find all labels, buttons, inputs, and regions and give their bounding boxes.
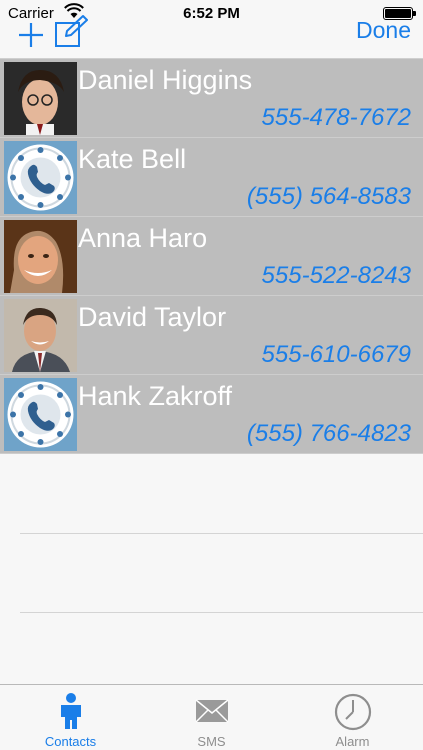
- envelope-icon: [194, 699, 229, 723]
- contact-row[interactable]: Anna Haro 555-522-8243: [0, 217, 423, 296]
- clock-icon: [334, 693, 371, 731]
- avatar: [4, 299, 77, 372]
- phone-placeholder-icon: [4, 378, 77, 451]
- avatar: [4, 62, 77, 135]
- contact-phone[interactable]: 555-522-8243: [262, 262, 411, 290]
- tab-contacts[interactable]: Contacts: [0, 685, 141, 750]
- contact-row[interactable]: David Taylor 555-610-6679: [0, 296, 423, 375]
- done-button[interactable]: Done: [356, 17, 411, 44]
- contact-name: Daniel Higgins: [78, 65, 253, 95]
- tab-alarm[interactable]: Alarm: [282, 685, 423, 750]
- contact-row[interactable]: Hank Zakroff (555) 766-4823: [0, 375, 423, 454]
- contact-name: David Taylor: [78, 302, 227, 332]
- tab-label: Alarm: [335, 734, 370, 749]
- contact-name: Hank Zakroff: [78, 381, 233, 411]
- contact-list: Daniel Higgins 555-478-7672 Kate Bell (5…: [0, 58, 423, 454]
- empty-row-separator: [20, 612, 423, 613]
- compose-icon[interactable]: [54, 14, 88, 48]
- contact-name: Kate Bell: [78, 144, 187, 174]
- contact-phone[interactable]: 555-610-6679: [262, 341, 411, 369]
- avatar: [4, 378, 77, 451]
- contact-phone[interactable]: 555-478-7672: [262, 104, 411, 132]
- empty-row-separator: [20, 533, 423, 534]
- avatar: [4, 141, 77, 214]
- navigation-bar: Done: [0, 15, 423, 58]
- tab-sms[interactable]: SMS: [141, 685, 282, 750]
- person-icon: [60, 693, 81, 729]
- contact-phone[interactable]: (555) 564-8583: [247, 183, 411, 211]
- contact-name: Anna Haro: [78, 223, 208, 253]
- tab-bar: Contacts SMS Alarm: [0, 684, 423, 750]
- contact-row[interactable]: Daniel Higgins 555-478-7672: [0, 59, 423, 138]
- tab-label: Contacts: [44, 734, 97, 749]
- phone-placeholder-icon: [4, 141, 77, 214]
- avatar: [4, 220, 77, 293]
- contact-row[interactable]: Kate Bell (555) 564-8583: [0, 138, 423, 217]
- plus-icon[interactable]: [18, 22, 44, 48]
- tab-label: SMS: [197, 734, 226, 749]
- contact-phone[interactable]: (555) 766-4823: [247, 420, 411, 448]
